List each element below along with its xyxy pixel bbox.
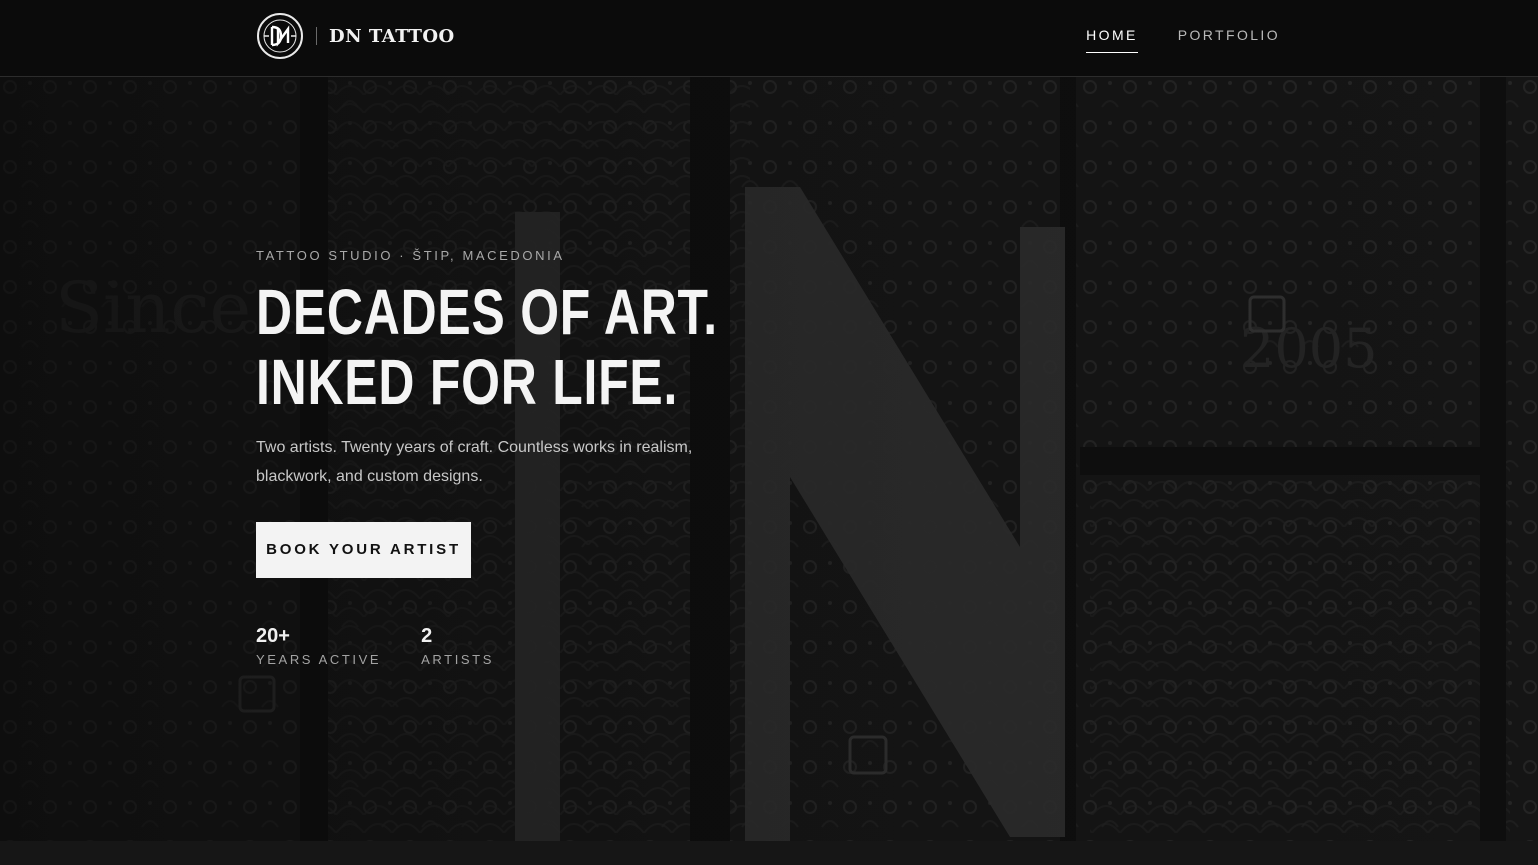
site-header: DN TATTOO HOME PORTFOLIO	[0, 0, 1538, 77]
brand-name: DN TATTOO	[329, 25, 455, 47]
nav-home[interactable]: HOME	[1086, 26, 1138, 53]
logo-link[interactable]: DN TATTOO	[256, 12, 455, 60]
section-divider-band	[0, 841, 1538, 865]
hero-eyebrow: TATTOO STUDIO · ŠTIP, MACEDONIA	[256, 248, 565, 263]
stat-years: 20+ YEARS ACTIVE	[256, 624, 381, 668]
stat-value: 2	[421, 625, 433, 647]
hero-stats: 20+ YEARS ACTIVE 2 ARTISTS	[256, 624, 856, 668]
logo-badge-icon	[257, 13, 303, 59]
stat-value: 20+	[256, 625, 290, 647]
stat-label: ARTISTS	[421, 652, 494, 667]
stat-artists: 2 ARTISTS	[421, 624, 494, 668]
hero-content: TATTOO STUDIO · ŠTIP, MACEDONIA DECADES …	[256, 247, 856, 668]
headline-line-2: INKED FOR LIFE.	[256, 346, 679, 418]
hero-subtext: Two artists. Twenty years of craft. Coun…	[256, 439, 693, 485]
hero-section: Since 2005 TATTOO STUDIO · ŠTIP, MACEDON…	[0, 77, 1538, 841]
nav-portfolio[interactable]: PORTFOLIO	[1178, 26, 1280, 53]
book-artist-button[interactable]: BOOK YOUR ARTIST	[256, 522, 471, 578]
headline-line-1: DECADES OF ART.	[256, 276, 718, 348]
stat-label: YEARS ACTIVE	[256, 652, 382, 667]
main-nav: HOME PORTFOLIO	[1086, 26, 1280, 53]
logo-divider	[316, 27, 317, 45]
hero-headline: DECADES OF ART. INKED FOR LIFE.	[256, 277, 724, 417]
